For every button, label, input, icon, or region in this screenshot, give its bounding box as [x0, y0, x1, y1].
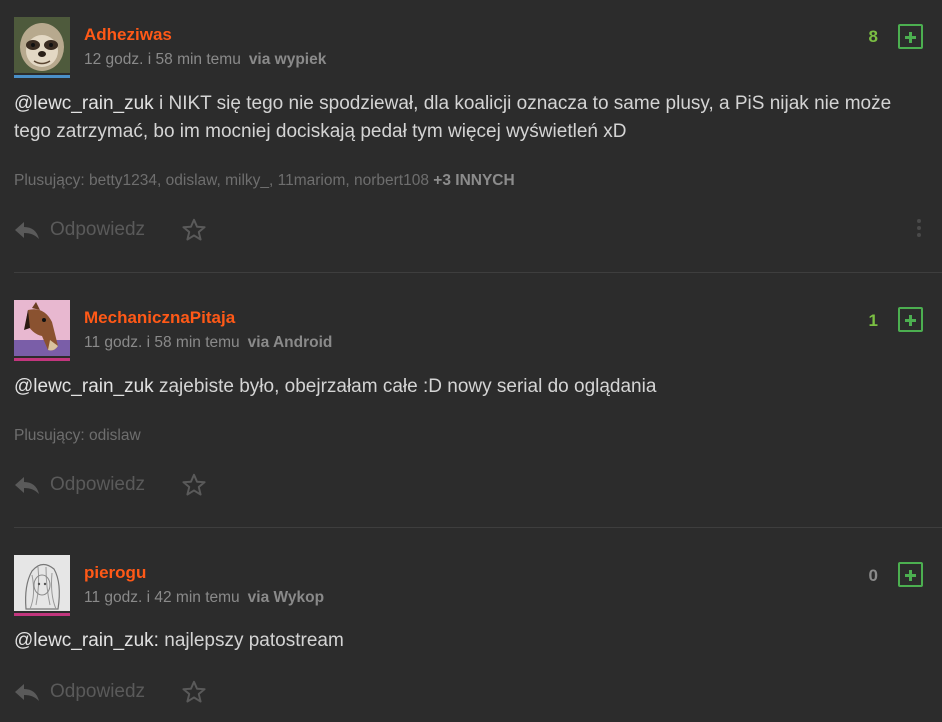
via-source[interactable]: via Wykop: [248, 589, 324, 606]
avatar-color-line: [14, 613, 70, 616]
reply-button[interactable]: Odpowiedz: [14, 681, 145, 703]
reply-label: Odpowiedz: [50, 681, 146, 702]
post-meta: 11 godz. i 42 min temu via Wykop: [84, 589, 324, 607]
username[interactable]: pierogu: [84, 563, 146, 583]
comment: pierogu 11 godz. i 42 min temu via Wykop …: [0, 0, 942, 722]
reply-arrow-icon: [15, 684, 39, 701]
comment-body: @lewc_rain_zuk: najlepszy patostream: [14, 627, 914, 655]
mention-link[interactable]: @lewc_rain_zuk:: [14, 630, 159, 651]
avatar[interactable]: [14, 555, 70, 611]
upvote-button[interactable]: [898, 562, 923, 587]
star-icon[interactable]: [181, 679, 207, 705]
comment-actions: Odpowiedz: [14, 677, 207, 707]
vote-count: 0: [868, 566, 878, 585]
timestamp[interactable]: 11 godz. i 42 min temu: [84, 589, 240, 606]
comment-text: najlepszy patostream: [158, 630, 344, 651]
